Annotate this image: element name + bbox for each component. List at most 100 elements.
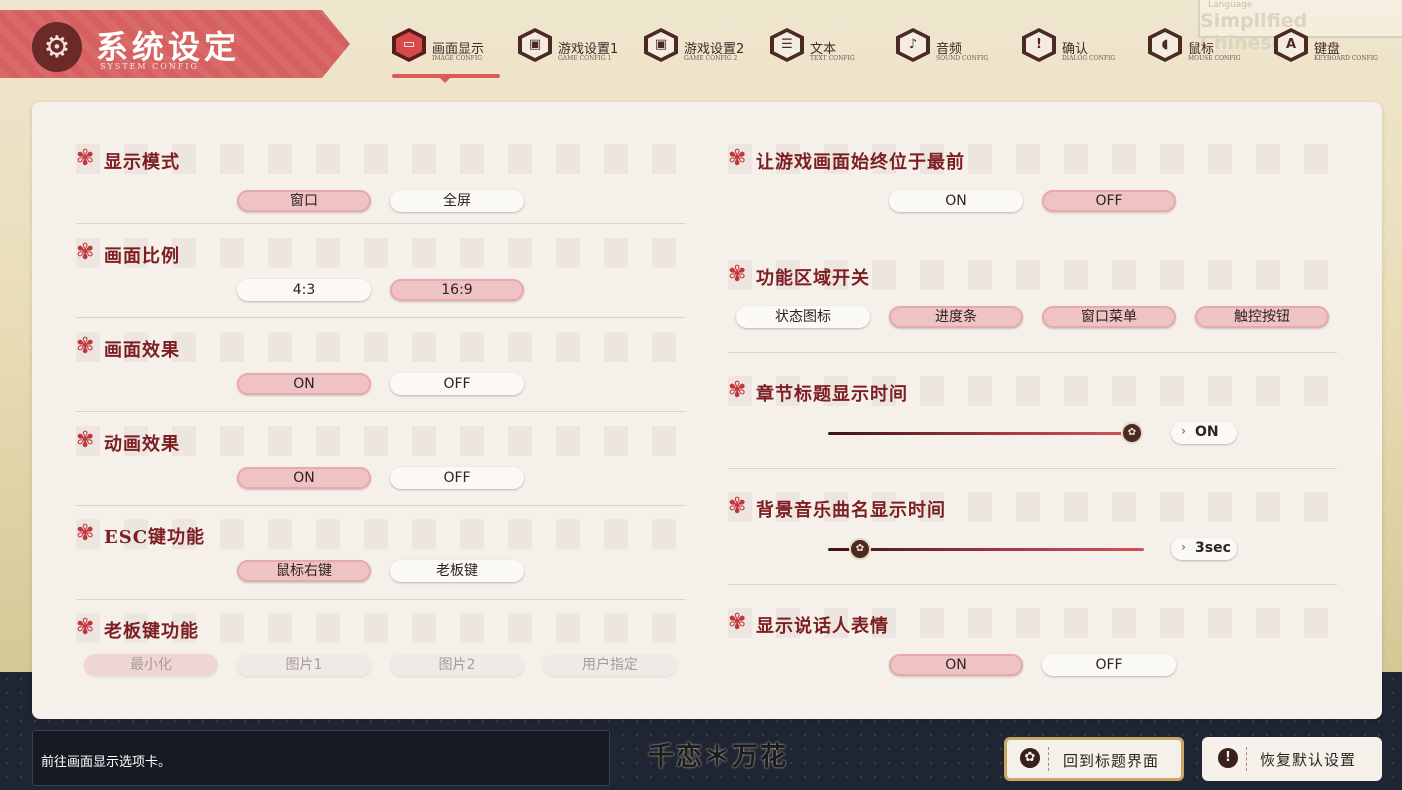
settings-panel: ✾ 显示模式 窗口 全屏 ✾ 画面比例 4:3 16:9 ✾ 画面效果 ON O… [32, 102, 1382, 719]
section-title: 功能区域开关 [756, 268, 870, 289]
always-on-top-off-button[interactable]: OFF [1042, 190, 1176, 212]
section-title: ESC键功能 [104, 527, 206, 548]
gear-icon: ⚙ [32, 22, 82, 72]
bgm-title-time-slider[interactable]: ✿ [828, 538, 1144, 560]
section-aspect-ratio: ✾ 画面比例 [76, 238, 685, 268]
tab-sublabel: GAME CONFIG 2 [684, 55, 738, 62]
function-touch-button-button[interactable]: 触控按钮 [1195, 306, 1329, 328]
boss-key-minimize-button[interactable]: 最小化 [84, 654, 218, 676]
speaker-icon: ♪ [896, 28, 930, 62]
button-label: 恢复默认设置 [1260, 751, 1357, 769]
flower-icon: ✿ [1020, 748, 1040, 768]
animation-effect-on-button[interactable]: ON [237, 467, 371, 489]
function-progress-bar-button[interactable]: 进度条 [889, 306, 1023, 328]
screen-effect-off-button[interactable]: OFF [390, 373, 524, 395]
mouse-icon: ◖ [1148, 28, 1182, 62]
section-title: 让游戏画面始终位于最前 [756, 152, 965, 173]
speaker-expression-off-button[interactable]: OFF [1042, 654, 1176, 676]
tab-sublabel: IMAGE CONFIG [432, 55, 483, 62]
boss-key-custom-button[interactable]: 用户指定 [543, 654, 677, 676]
speaker-expression-on-button[interactable]: ON [889, 654, 1023, 676]
aspect-4-3-button[interactable]: 4:3 [237, 279, 371, 301]
screen-effect-on-button[interactable]: ON [237, 373, 371, 395]
slider-knob[interactable]: ✿ [1121, 422, 1143, 444]
flower-icon: ✾ [76, 146, 95, 171]
boss-key-image2-button[interactable]: 图片2 [390, 654, 524, 676]
section-function-area: ✾ 功能区域开关 [728, 260, 1337, 290]
chevron-right-icon: › [1181, 424, 1186, 438]
list-icon: ☰ [770, 28, 804, 62]
flower-icon: ✾ [728, 610, 747, 635]
page-subtitle: SYSTEM CONFIG [100, 62, 199, 71]
section-speaker-expression: ✾ 显示说话人表情 [728, 608, 1337, 638]
section-boss-key: ✾ 老板键功能 [76, 613, 685, 643]
section-title: 画面效果 [104, 340, 180, 361]
bgm-title-time-value[interactable]: › 3sec [1171, 538, 1237, 560]
monitor-icon: ▭ [392, 28, 426, 62]
flower-icon: ✾ [76, 334, 95, 359]
section-title: 动画效果 [104, 434, 180, 455]
chevron-right-icon: › [1181, 540, 1186, 554]
exclamation-icon: ! [1218, 748, 1238, 768]
tab-sublabel: GAME CONFIG 1 [558, 55, 612, 62]
section-animation-effect: ✾ 动画效果 [76, 426, 685, 456]
section-esc-function: ✾ ESC键功能 [76, 519, 685, 549]
tab-sublabel: DIALOG CONFIG [1062, 55, 1116, 62]
window-icon: ▣ [644, 28, 678, 62]
display-mode-fullscreen-button[interactable]: 全屏 [390, 190, 524, 212]
flower-icon: ✾ [76, 615, 95, 640]
aspect-16-9-button[interactable]: 16:9 [390, 279, 524, 301]
divider [76, 599, 685, 600]
tab-sublabel: MOUSE CONFIG [1188, 55, 1241, 62]
divider [76, 411, 685, 412]
divider [76, 317, 685, 318]
flower-icon: ✾ [76, 521, 95, 546]
back-to-title-button[interactable]: ✿ 回到标题界面 [1004, 737, 1184, 781]
reset-defaults-button[interactable]: ! 恢复默认设置 [1202, 737, 1382, 781]
divider [728, 468, 1337, 469]
game-logo: 千恋＊万花 [648, 742, 789, 772]
always-on-top-on-button[interactable]: ON [889, 190, 1023, 212]
window-icon: ▣ [518, 28, 552, 62]
boss-key-image1-button[interactable]: 图片1 [237, 654, 371, 676]
value-text: ON [1195, 424, 1219, 440]
flower-icon: ✾ [76, 428, 95, 453]
display-mode-window-button[interactable]: 窗口 [237, 190, 371, 212]
section-title: 背景音乐曲名显示时间 [756, 500, 946, 521]
chapter-title-time-value[interactable]: › ON [1171, 422, 1237, 444]
active-tab-pointer [440, 78, 450, 83]
separator [1048, 747, 1050, 771]
section-always-on-top: ✾ 让游戏画面始终位于最前 [728, 144, 1337, 174]
divider [76, 223, 685, 224]
status-text: 前往画面显示选项卡。 [41, 755, 172, 770]
separator [1246, 747, 1248, 771]
language-selector[interactable]: Language Simplified Chinese [1198, 0, 1402, 54]
tab-sublabel: SOUND CONFIG [936, 55, 989, 62]
divider [728, 352, 1337, 353]
section-bgm-title-time: ✾ 背景音乐曲名显示时间 [728, 492, 1337, 522]
section-title: 章节标题显示时间 [756, 384, 908, 405]
divider [728, 584, 1337, 585]
animation-effect-off-button[interactable]: OFF [390, 467, 524, 489]
slider-knob[interactable]: ✿ [849, 538, 871, 560]
function-status-icon-button[interactable]: 状态图标 [736, 306, 870, 328]
section-title: 显示说话人表情 [756, 616, 889, 637]
slider-track [828, 548, 1144, 551]
language-label: Language [1208, 0, 1253, 10]
section-title: 老板键功能 [104, 621, 199, 642]
section-title: 显示模式 [104, 152, 180, 173]
flower-icon: ✾ [728, 494, 747, 519]
value-text: 3sec [1195, 540, 1231, 556]
function-window-menu-button[interactable]: 窗口菜单 [1042, 306, 1176, 328]
chapter-title-time-slider[interactable]: ✿ [828, 422, 1144, 444]
flower-icon: ✾ [728, 378, 747, 403]
flower-icon: ✾ [728, 146, 747, 171]
tab-sublabel: TEXT CONFIG [810, 55, 855, 62]
section-chapter-title-time: ✾ 章节标题显示时间 [728, 376, 1337, 406]
esc-boss-key-button[interactable]: 老板键 [390, 560, 524, 582]
section-display-mode: ✾ 显示模式 [76, 144, 685, 174]
exclamation-icon: ! [1022, 28, 1056, 62]
esc-right-click-button[interactable]: 鼠标右键 [237, 560, 371, 582]
flower-icon: ✾ [728, 262, 747, 287]
button-label: 回到标题界面 [1063, 752, 1160, 770]
